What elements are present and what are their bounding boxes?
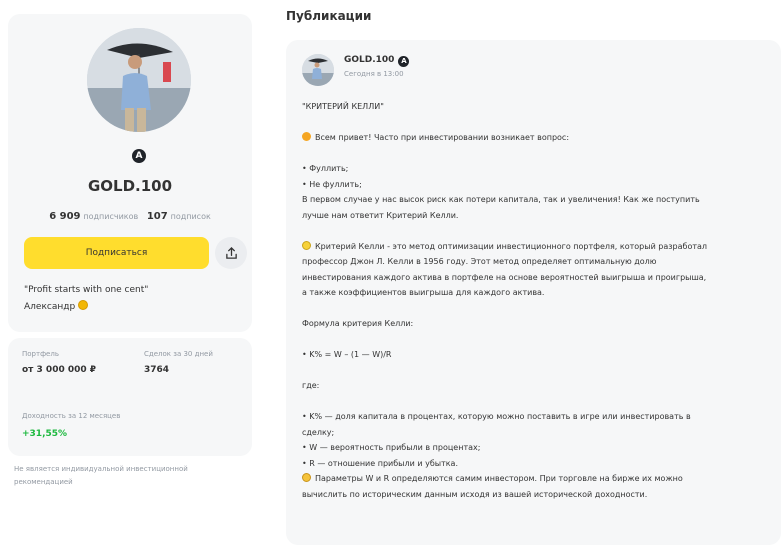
post-line: профессор Джон Л. Келли в 1956 году. Это… — [302, 257, 657, 266]
post-line: вычислить по историческим данным исходя … — [302, 489, 648, 499]
subscriptions-label[interactable]: подписок — [171, 212, 211, 221]
post-line: • R — отношение прибыли и убытка. — [302, 458, 458, 468]
deals-label: Сделок за 30 дней — [144, 350, 213, 358]
coin-emoji-icon — [78, 300, 89, 310]
post-line: • W — вероятность прибыли в процентах; — [302, 443, 481, 452]
portfolio-value: от 3 000 000 ₽ — [22, 365, 97, 375]
post-line: "КРИТЕРИЙ КЕЛЛИ" — [302, 102, 384, 111]
publications-title: Публикации — [286, 9, 372, 23]
profile-stats: 6 909 подписчиков 107 подписок — [8, 211, 252, 222]
post-line: лучше нам ответит Критерий Келли. — [302, 210, 459, 220]
light-bulb-emoji-icon — [302, 240, 311, 250]
post-line: Параметры W и R определяются самим инвес… — [302, 471, 772, 487]
post-author[interactable]: GOLD.100 A — [344, 55, 410, 67]
avatar-photo — [87, 28, 191, 132]
verified-badge-icon: A — [398, 56, 410, 67]
post-line: а также коэффициентов выигрыша для каждо… — [302, 288, 545, 297]
deals-value: 3764 — [144, 365, 170, 375]
share-button[interactable] — [215, 237, 247, 269]
waving-hand-emoji-icon — [302, 132, 311, 141]
post-card: GOLD.100 A Сегодня в 13:00 "КРИТЕРИЙ КЕЛЛ… — [286, 40, 781, 545]
profile-bio: "Profit starts with one cent" Александр — [24, 282, 148, 316]
post-line: Всем привет! Часто при инвестировании во… — [302, 130, 772, 146]
subscribers-label[interactable]: подписчиков — [83, 212, 138, 221]
subscribers-count[interactable]: 6 909 — [49, 211, 80, 222]
profile-card: A GOLD.100 6 909 подписчиков 107 подписо… — [8, 14, 252, 332]
smiling-emoji-icon — [302, 473, 311, 482]
disclaimer: Не является индивидуальной инвестиционно… — [14, 465, 188, 486]
yield-value: +31,55% — [22, 429, 68, 439]
post-author-name[interactable]: GOLD.100 — [344, 55, 394, 65]
post-line: В первом случае у нас высок риск как пот… — [302, 195, 700, 204]
yield-label: Доходность за 12 месяцев — [22, 412, 121, 420]
post-line: • Не фуллить; — [302, 179, 362, 189]
post-body: "КРИТЕРИЙ КЕЛЛИ" Всем привет! Часто при … — [302, 99, 772, 502]
portfolio-label: Портфель — [22, 350, 59, 358]
post-line: Формула критерия Келли: — [302, 319, 414, 328]
bio-author: Александр — [24, 302, 76, 312]
subscribe-button[interactable]: Подписаться — [24, 237, 209, 269]
stats-card: Портфель от 3 000 000 ₽ Сделок за 30 дне… — [8, 338, 252, 456]
post-line: • Фуллить; — [302, 164, 349, 173]
subscriptions-count[interactable]: 107 — [147, 211, 168, 222]
post-line: сделку; — [302, 427, 335, 437]
bio-line-2: Александр — [24, 299, 148, 316]
post-line: где: — [302, 381, 320, 390]
post-line: Критерий Келли - это метод оптимизации и… — [302, 239, 772, 255]
share-icon — [225, 246, 237, 259]
post-line: • K% — доля капитала в процентах, котору… — [302, 412, 691, 421]
post-avatar-photo — [302, 54, 334, 86]
bio-line-1: "Profit starts with one cent" — [24, 285, 149, 295]
post-avatar[interactable] — [302, 54, 334, 86]
verified-badge-icon: A — [132, 149, 146, 163]
post-line: инвестирования каждого актива в портфеле… — [302, 272, 707, 282]
post-line: • K% = W – (1 — W)/R — [302, 350, 392, 359]
post-time: Сегодня в 13:00 — [344, 70, 404, 78]
profile-name: GOLD.100 — [87, 177, 173, 195]
avatar[interactable] — [87, 28, 191, 132]
